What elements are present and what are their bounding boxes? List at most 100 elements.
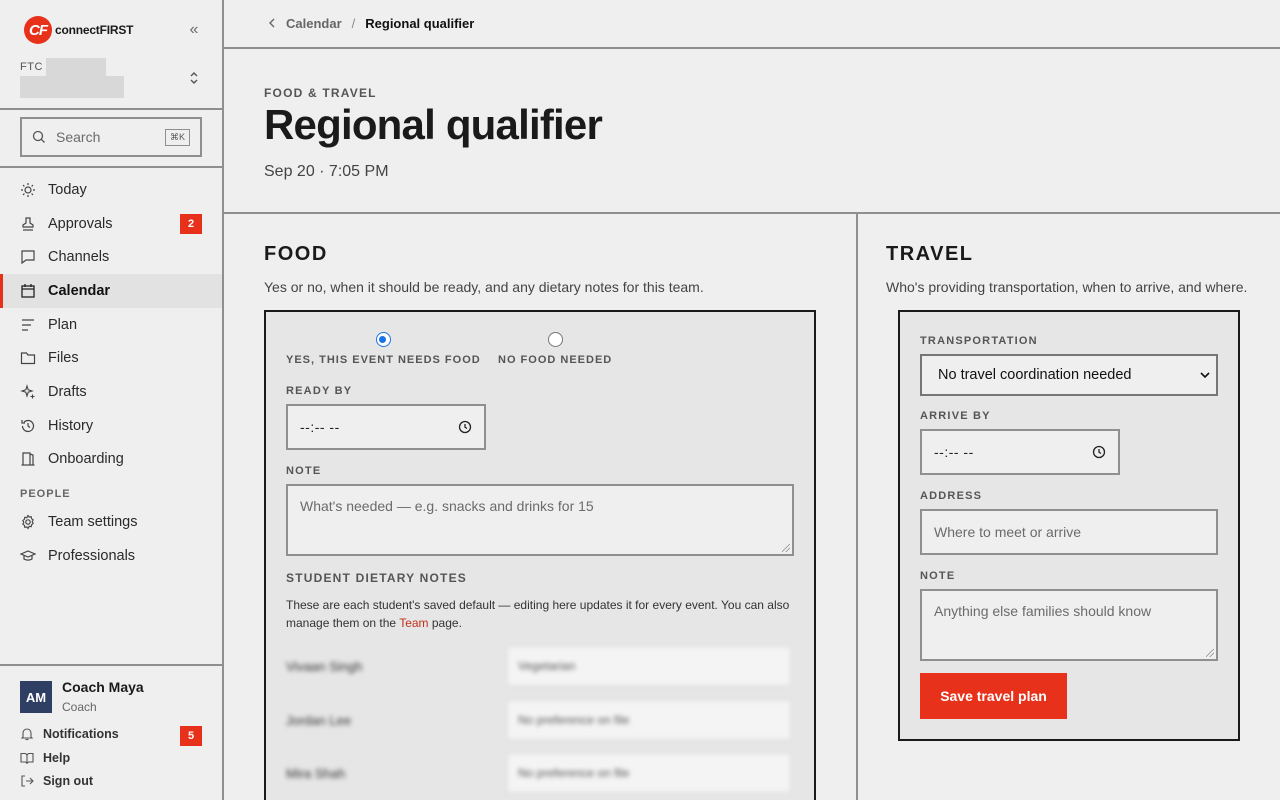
- travel-description: Who's providing transportation, when to …: [886, 279, 1248, 295]
- sign-out-link[interactable]: Sign out: [20, 774, 93, 788]
- address-placeholder: Where to meet or arrive: [934, 524, 1082, 540]
- breadcrumb-parent[interactable]: Calendar: [286, 16, 342, 31]
- sidebar-item-channels[interactable]: Channels: [0, 240, 222, 274]
- address-input[interactable]: Where to meet or arrive: [920, 509, 1218, 555]
- address-label: ADDRESS: [920, 490, 983, 502]
- student-dietary-input[interactable]: No preference on file: [506, 699, 792, 741]
- student-dietary-input[interactable]: No preference on file: [506, 752, 792, 794]
- sidebar-item-label: Files: [48, 350, 79, 367]
- org-label: FTC: [20, 61, 43, 73]
- people-nav: Team settings Professionals: [0, 505, 222, 572]
- clock-icon[interactable]: [458, 420, 472, 434]
- food-note-placeholder: What's needed — e.g. snacks and drinks f…: [300, 498, 594, 514]
- team-link[interactable]: Team: [399, 616, 428, 630]
- user-name: Coach Maya: [62, 679, 144, 695]
- logo-text: connectFIRST: [55, 23, 134, 37]
- dietary-help-prefix: These are each student's saved default —…: [286, 598, 790, 630]
- chevron-down-icon: [1200, 372, 1210, 379]
- food-yes-radio[interactable]: [375, 332, 391, 347]
- travel-note-placeholder: Anything else families should know: [934, 603, 1152, 619]
- book-icon: [20, 752, 34, 765]
- student-dietary-input[interactable]: Vegetarian: [506, 645, 792, 687]
- avatar[interactable]: AM: [20, 681, 52, 713]
- brand-logo[interactable]: CF connectFIRST: [24, 16, 204, 44]
- graduation-cap-icon: [20, 549, 36, 561]
- chevron-up-down-icon[interactable]: [186, 68, 202, 88]
- dietary-notes-label: STUDENT DIETARY NOTES: [286, 571, 467, 585]
- sidebar-item-label: Plan: [48, 316, 78, 333]
- logo-mark: CF: [24, 16, 52, 44]
- chevron-left-icon[interactable]: [268, 16, 276, 31]
- student-name: Mira Shah: [286, 766, 346, 781]
- divider: [0, 166, 222, 168]
- save-travel-plan-button[interactable]: Save travel plan: [920, 673, 1067, 719]
- breadcrumb-separator: /: [351, 16, 356, 31]
- sidebar-item-plan[interactable]: Plan: [0, 308, 222, 342]
- student-dietary-row: Vivaan Singh Vegetarian: [286, 645, 796, 689]
- transportation-select[interactable]: No travel coordination needed: [920, 354, 1218, 396]
- travel-heading: TRAVEL: [886, 243, 974, 265]
- food-no-radio[interactable]: [547, 332, 563, 347]
- sidebar-item-label: Onboarding: [48, 451, 124, 468]
- breadcrumb-current: Regional qualifier: [365, 16, 475, 31]
- sidebar-item-drafts[interactable]: Drafts: [0, 375, 222, 409]
- sidebar-item-today[interactable]: Today: [0, 173, 222, 207]
- sidebar-item-files[interactable]: Files: [0, 341, 222, 375]
- notifications-label: Notifications: [43, 727, 119, 741]
- transportation-label: TRANSPORTATION: [920, 335, 1038, 347]
- arrive-by-value: --:-- --: [934, 444, 974, 460]
- sidebar-item-onboarding[interactable]: Onboarding: [0, 443, 222, 477]
- sidebar-item-label: Calendar: [48, 282, 111, 299]
- arrive-by-label: ARRIVE BY: [920, 410, 991, 422]
- org-team-redacted: [20, 76, 124, 98]
- notifications-link[interactable]: Notifications: [20, 727, 119, 741]
- dietary-help-suffix: page.: [428, 616, 462, 630]
- food-panel: YES, THIS EVENT NEEDS FOOD NO FOOD NEEDE…: [264, 310, 816, 800]
- bell-icon: [20, 728, 34, 741]
- search-placeholder: Search: [56, 129, 101, 145]
- food-yes-option[interactable]: YES, THIS EVENT NEEDS FOOD: [286, 332, 481, 366]
- stamp-icon: [22, 216, 34, 231]
- food-note-textarea[interactable]: What's needed — e.g. snacks and drinks f…: [286, 484, 794, 556]
- people-section-label: PEOPLE: [20, 488, 71, 500]
- food-heading: FOOD: [264, 243, 328, 265]
- food-no-option[interactable]: NO FOOD NEEDED: [498, 332, 612, 366]
- search-input[interactable]: Search ⌘K: [20, 117, 202, 157]
- sidebar-item-team-settings[interactable]: Team settings: [0, 505, 222, 539]
- sidebar-item-label: Professionals: [48, 547, 136, 564]
- ready-by-label: READY BY: [286, 385, 353, 397]
- sidebar-item-history[interactable]: History: [0, 409, 222, 443]
- history-icon: [21, 419, 35, 432]
- student-dietary-row: Mira Shah No preference on file: [286, 752, 796, 796]
- sign-out-label: Sign out: [43, 774, 93, 788]
- notifications-badge: 5: [180, 726, 202, 746]
- food-yes-label: YES, THIS EVENT NEEDS FOOD: [286, 354, 481, 366]
- sidebar-item-label: History: [48, 417, 94, 434]
- door-icon: [21, 452, 35, 466]
- student-dietary-row: Jordan Lee No preference on file: [286, 699, 796, 743]
- clock-icon[interactable]: [1092, 445, 1106, 459]
- help-label: Help: [43, 751, 71, 765]
- student-name: Vivaan Singh: [286, 659, 363, 674]
- arrive-by-time-input[interactable]: --:-- --: [920, 429, 1120, 475]
- page-header: FOOD & TRAVEL Regional qualifier Sep 20 …: [224, 49, 1280, 214]
- sidebar-item-calendar[interactable]: Calendar: [0, 274, 222, 308]
- transportation-value: No travel coordination needed: [938, 367, 1132, 383]
- ready-by-time-input[interactable]: --:-- --: [286, 404, 486, 450]
- collapse-sidebar-icon[interactable]: «: [184, 20, 204, 40]
- help-link[interactable]: Help: [20, 751, 70, 765]
- page-eyebrow: FOOD & TRAVEL: [264, 86, 377, 100]
- shortcut-hint: ⌘K: [164, 128, 190, 146]
- calendar-icon: [21, 283, 35, 298]
- org-name-redacted: [46, 58, 106, 76]
- food-no-label: NO FOOD NEEDED: [498, 354, 613, 366]
- sun-icon: [21, 182, 35, 197]
- sidebar-item-approvals[interactable]: Approvals 2: [0, 207, 222, 241]
- travel-note-textarea[interactable]: Anything else families should know: [920, 589, 1218, 661]
- folder-icon: [20, 352, 36, 365]
- sidebar-item-label: Team settings: [48, 513, 138, 530]
- sidebar-item-professionals[interactable]: Professionals: [0, 539, 222, 573]
- column-divider: [856, 214, 858, 800]
- user-block: AM Coach Maya Coach Notifications 5 Help…: [0, 664, 222, 800]
- dietary-help-text: These are each student's saved default —…: [286, 596, 796, 632]
